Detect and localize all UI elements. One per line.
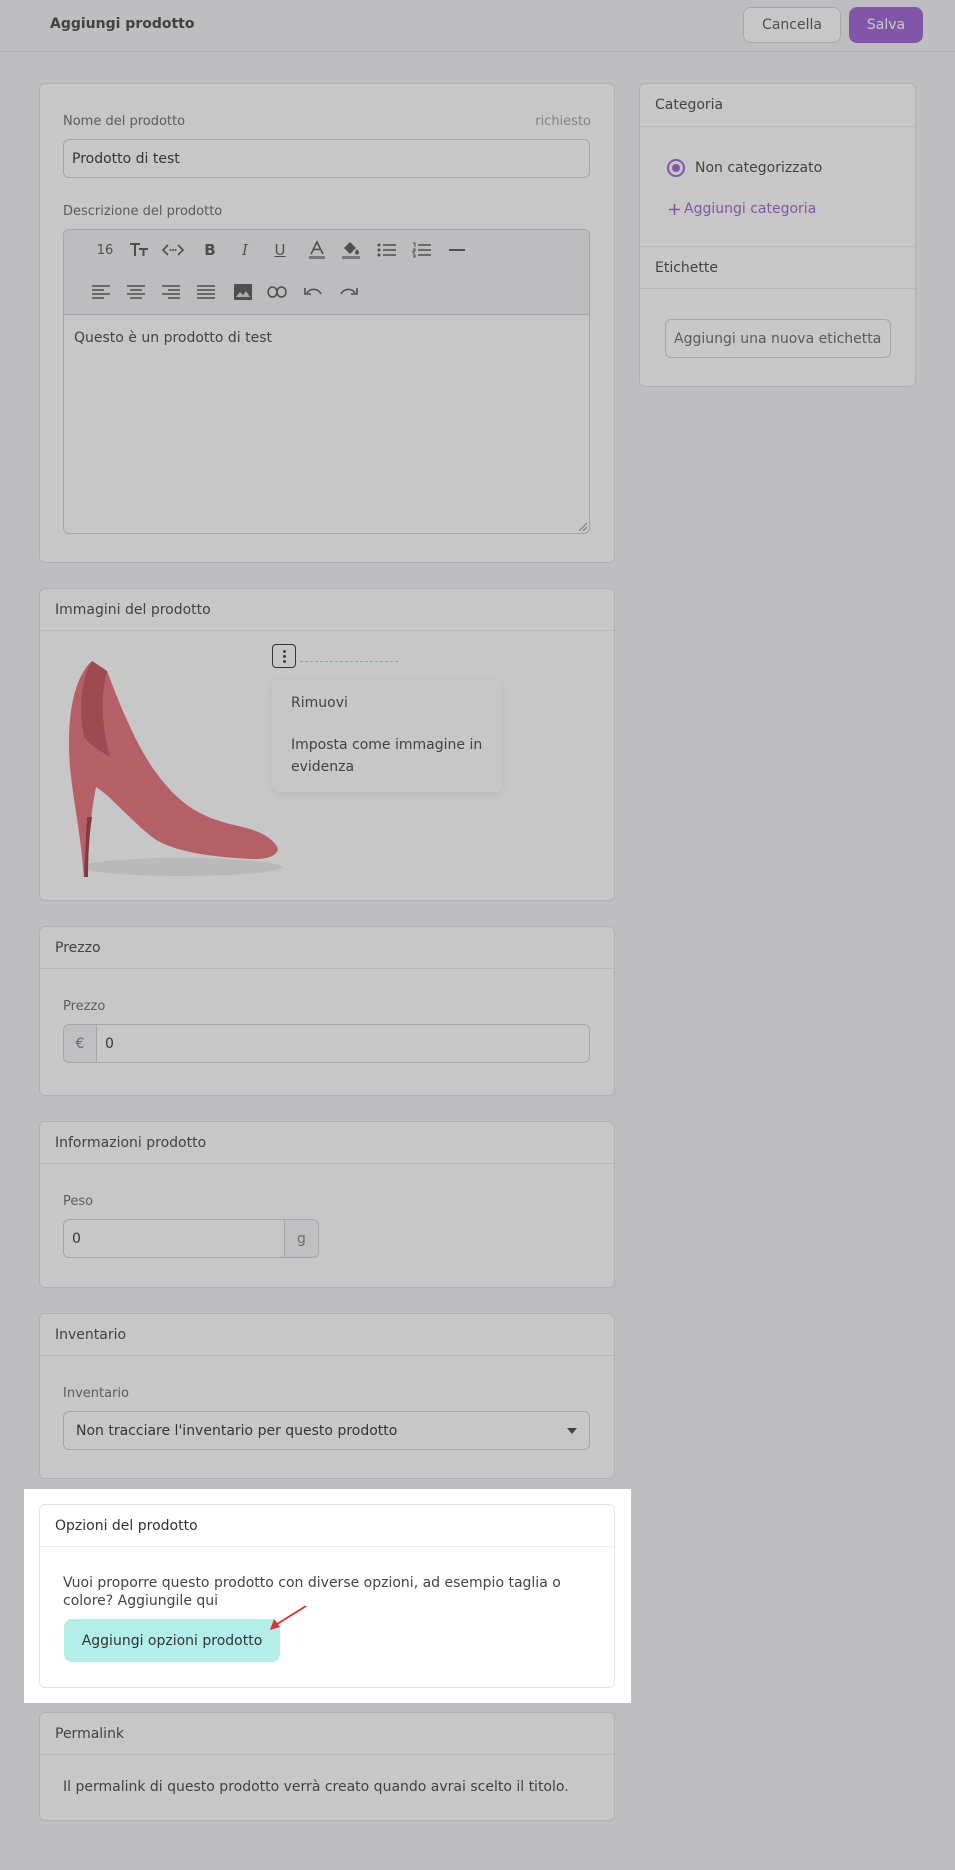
image-context-menu: Rimuovi Imposta come immagine in evidenz… bbox=[272, 680, 502, 792]
align-right-icon[interactable] bbox=[158, 279, 184, 305]
align-justify-icon[interactable] bbox=[193, 279, 219, 305]
weight-label: Peso bbox=[63, 1194, 94, 1209]
product-options-title: Opzioni del prodotto bbox=[40, 1505, 614, 1547]
price-title: Prezzo bbox=[40, 927, 614, 969]
bold-icon[interactable]: B bbox=[197, 237, 223, 263]
add-category-link[interactable]: Aggiungi categoria bbox=[669, 201, 816, 217]
menu-remove[interactable]: Rimuovi bbox=[291, 692, 348, 714]
pointer-arrow-icon bbox=[270, 1605, 307, 1630]
chevron-down-icon bbox=[567, 1427, 577, 1434]
horizontal-rule-icon[interactable] bbox=[444, 237, 470, 263]
save-button[interactable]: Salva bbox=[849, 7, 923, 43]
permalink-title: Permalink bbox=[40, 1713, 614, 1755]
kebab-icon bbox=[282, 649, 286, 653]
text-size-icon[interactable] bbox=[126, 237, 152, 263]
permalink-card: Permalink Il permalink di questo prodott… bbox=[39, 1712, 615, 1821]
required-label: richiesto bbox=[535, 114, 591, 129]
cancel-button[interactable]: Cancella bbox=[743, 7, 841, 43]
menu-set-featured[interactable]: Imposta come immagine in evidenza bbox=[291, 734, 491, 778]
align-center-icon[interactable] bbox=[123, 279, 149, 305]
product-info-title: Informazioni prodotto bbox=[40, 1122, 614, 1164]
price-card: Prezzo Prezzo € 0 bbox=[39, 926, 615, 1096]
weight-unit: g bbox=[284, 1220, 318, 1257]
top-bar: Aggiungi prodotto Cancella Salva bbox=[0, 0, 955, 52]
link-icon[interactable] bbox=[264, 279, 290, 305]
permalink-text: Il permalink di questo prodotto verrà cr… bbox=[63, 1779, 569, 1795]
product-description-label: Descrizione del prodotto bbox=[63, 204, 223, 219]
image-icon[interactable] bbox=[230, 279, 256, 305]
product-name-label: Nome del prodotto bbox=[63, 114, 186, 129]
code-icon[interactable] bbox=[160, 237, 186, 263]
category-title: Categoria bbox=[640, 84, 915, 127]
product-options-description: Vuoi proporre questo prodotto con divers… bbox=[63, 1575, 561, 1609]
category-selected: Non categorizzato bbox=[695, 160, 823, 176]
price-value: 0 bbox=[105, 1035, 114, 1052]
category-radio[interactable] bbox=[667, 159, 685, 177]
description-editor[interactable]: 16 B I U Questo è un prodotto di test bbox=[63, 229, 590, 534]
align-left-icon[interactable] bbox=[88, 279, 114, 305]
fill-color-icon[interactable] bbox=[338, 237, 364, 263]
page: Aggiungi prodotto Cancella Salva Nome de… bbox=[0, 0, 955, 1870]
add-product-options-button[interactable]: Aggiungi opzioni prodotto bbox=[64, 1619, 280, 1662]
weight-value: 0 bbox=[72, 1230, 81, 1247]
page-title: Aggiungi prodotto bbox=[50, 16, 195, 32]
tags-title: Etichette bbox=[640, 247, 915, 289]
bullet-list-icon[interactable] bbox=[374, 237, 400, 263]
description-text: Questo è un prodotto di test bbox=[74, 330, 273, 346]
inventory-title: Inventario bbox=[40, 1314, 614, 1356]
product-image-shoe[interactable] bbox=[62, 657, 286, 885]
resize-handle-icon[interactable] bbox=[577, 521, 587, 531]
italic-icon[interactable]: I bbox=[232, 237, 258, 263]
product-options-card: Opzioni del prodotto Vuoi proporre quest… bbox=[39, 1504, 615, 1688]
plus-icon bbox=[669, 203, 680, 215]
weight-input[interactable]: 0 g bbox=[63, 1219, 319, 1258]
inventory-select[interactable]: Non tracciare l'inventario per questo pr… bbox=[63, 1411, 590, 1450]
product-name-input[interactable]: Prodotto di test bbox=[63, 139, 590, 178]
product-images-title: Immagini del prodotto bbox=[40, 589, 614, 631]
product-details-card: Nome del prodotto richiesto Prodotto di … bbox=[39, 83, 615, 563]
undo-icon[interactable] bbox=[301, 279, 327, 305]
currency-symbol: € bbox=[64, 1025, 97, 1062]
redo-icon[interactable] bbox=[335, 279, 361, 305]
price-input[interactable]: € 0 bbox=[63, 1024, 590, 1063]
tag-input[interactable] bbox=[665, 319, 891, 358]
inventory-card: Inventario Inventario Non tracciare l'in… bbox=[39, 1313, 615, 1479]
sidebar-card: Categoria Non categorizzato Aggiungi cat… bbox=[639, 83, 916, 387]
text-color-icon[interactable] bbox=[304, 237, 330, 263]
editor-toolbar: 16 B I U bbox=[64, 230, 589, 315]
inventory-selected: Non tracciare l'inventario per questo pr… bbox=[76, 1422, 398, 1439]
product-name-value: Prodotto di test bbox=[72, 150, 180, 167]
image-menu-button[interactable] bbox=[272, 644, 296, 668]
font-size-button[interactable]: 16 bbox=[92, 237, 118, 263]
product-info-card: Informazioni prodotto Peso 0 g bbox=[39, 1121, 615, 1288]
dropzone-line bbox=[300, 661, 398, 662]
price-label: Prezzo bbox=[63, 999, 106, 1014]
underline-icon[interactable]: U bbox=[267, 237, 293, 263]
inventory-label: Inventario bbox=[63, 1386, 129, 1401]
numbered-list-icon[interactable] bbox=[409, 237, 435, 263]
